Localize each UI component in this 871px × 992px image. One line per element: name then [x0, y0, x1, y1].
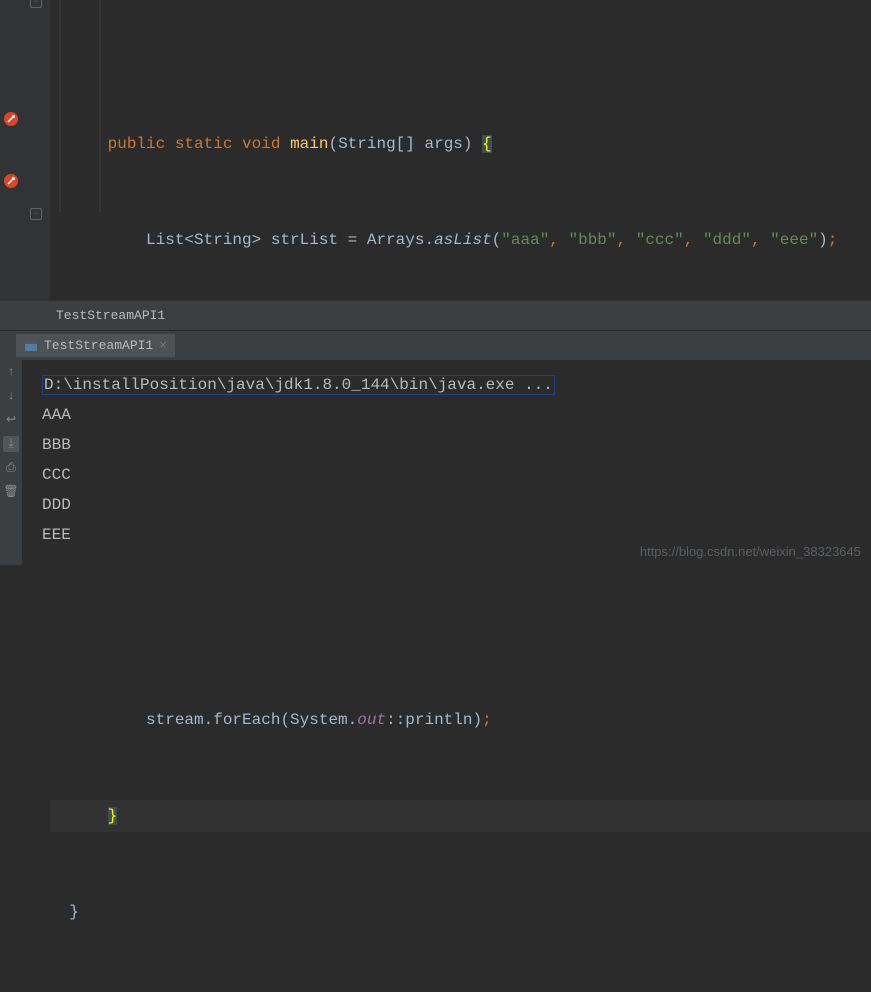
- console-gutter: ↑ ↓ ↩ ⤓ ⎙ 🗑: [0, 360, 22, 565]
- trash-icon[interactable]: 🗑: [3, 484, 19, 500]
- code-line: [50, 608, 871, 640]
- console-line: AAA: [42, 400, 851, 430]
- code-line: stream.forEach(System.out::println);: [50, 704, 871, 736]
- print-icon[interactable]: ⎙: [3, 460, 19, 476]
- scroll-to-end-icon[interactable]: ⤓: [3, 436, 19, 452]
- fold-icon[interactable]: −: [30, 0, 42, 8]
- code-line: }: [50, 800, 871, 832]
- console-panel: ↑ ↓ ↩ ⤓ ⎙ 🗑 D:\installPosition\java\jdk1…: [0, 360, 871, 565]
- console-line: CCC: [42, 460, 851, 490]
- console-line: DDD: [42, 490, 851, 520]
- console-line: D:\installPosition\java\jdk1.8.0_144\bin…: [42, 370, 851, 400]
- watermark: https://blog.csdn.net/weixin_38323645: [640, 544, 861, 559]
- console-output[interactable]: D:\installPosition\java\jdk1.8.0_144\bin…: [22, 360, 871, 565]
- code-line: }: [50, 896, 871, 928]
- breakpoint-icon[interactable]: [2, 110, 20, 128]
- arrow-down-icon[interactable]: ↓: [3, 388, 19, 404]
- code-line: [50, 320, 871, 352]
- editor-area: − − public static void main(String[] arg…: [0, 0, 871, 300]
- gutter-left: [0, 0, 22, 300]
- soft-wrap-icon[interactable]: ↩: [3, 412, 19, 428]
- code-line: public static void main(String[] args) {: [50, 128, 871, 160]
- code-line: List<String> strList = Arrays.asList("aa…: [50, 224, 871, 256]
- code-editor[interactable]: public static void main(String[] args) {…: [50, 0, 871, 300]
- breakpoint-icon[interactable]: [2, 172, 20, 190]
- arrow-up-icon[interactable]: ↑: [3, 364, 19, 380]
- run-config-icon: [24, 339, 38, 353]
- console-line: BBB: [42, 430, 851, 460]
- fold-icon[interactable]: −: [30, 208, 42, 220]
- gutter-mid: − −: [22, 0, 50, 300]
